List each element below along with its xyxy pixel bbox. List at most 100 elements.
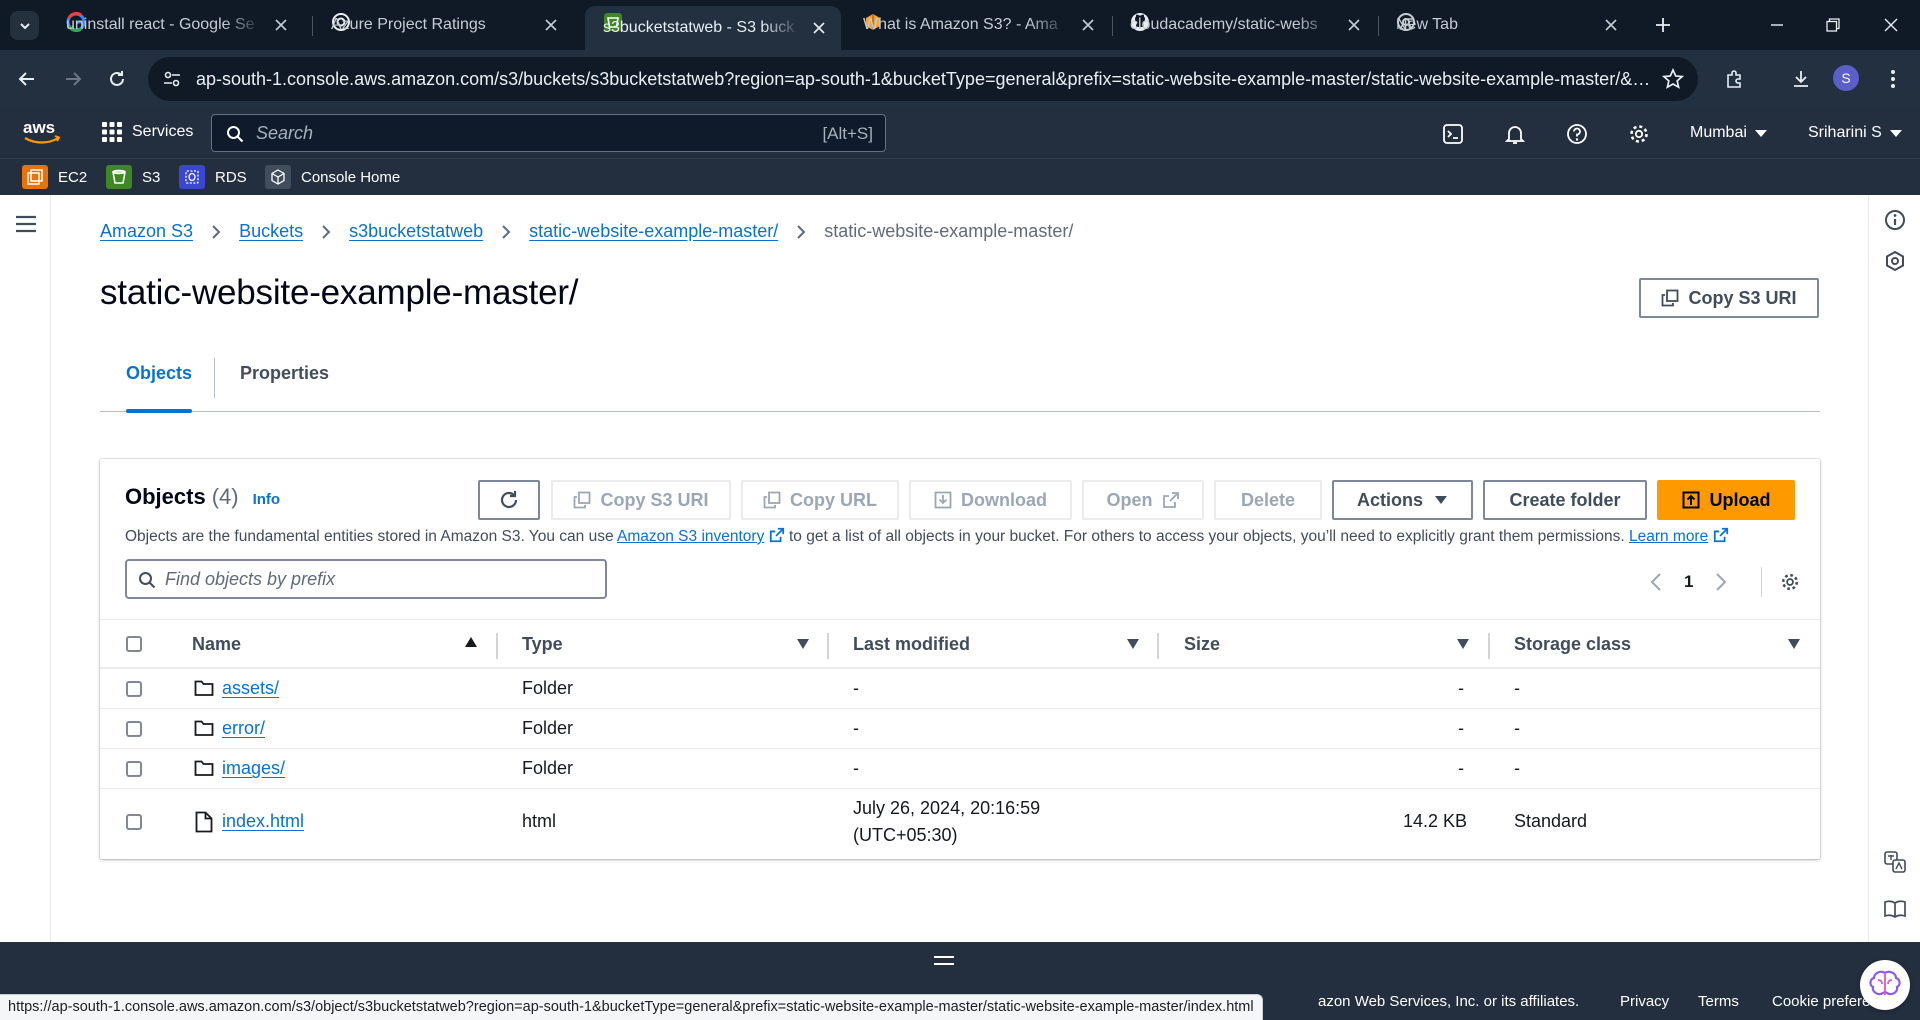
table-preferences-button[interactable] bbox=[1780, 572, 1800, 592]
row-checkbox[interactable] bbox=[126, 761, 142, 777]
browser-tab-new[interactable]: New Tab bbox=[1378, 6, 1633, 44]
footer-link-terms[interactable]: Terms bbox=[1698, 993, 1739, 1010]
close-window-button[interactable] bbox=[1876, 10, 1906, 40]
navigation-toggle[interactable] bbox=[13, 211, 39, 237]
tab-objects[interactable]: Objects bbox=[126, 335, 193, 413]
inventory-link[interactable]: Amazon S3 inventory bbox=[617, 528, 764, 545]
sort-toggle-icon[interactable] bbox=[797, 639, 809, 649]
browser-menu-button[interactable] bbox=[1878, 64, 1908, 94]
find-objects-input[interactable]: Find objects by prefix bbox=[125, 559, 607, 599]
browser-tab-google[interactable]: uninstall react - Google Se bbox=[48, 6, 303, 44]
column-divider[interactable] bbox=[827, 633, 829, 659]
footer-link-privacy[interactable]: Privacy bbox=[1620, 993, 1669, 1010]
favorite-console-home[interactable]: Console Home bbox=[265, 165, 400, 189]
tab-search-button[interactable] bbox=[10, 11, 39, 40]
create-folder-button[interactable]: Create folder bbox=[1483, 480, 1647, 520]
table-row[interactable]: images/ Folder - - - bbox=[100, 749, 1820, 789]
sort-toggle-icon[interactable] bbox=[1127, 639, 1139, 649]
back-button[interactable] bbox=[12, 64, 42, 94]
sort-toggle-icon[interactable] bbox=[1788, 639, 1800, 649]
downloads-button[interactable] bbox=[1786, 64, 1816, 94]
assistant-bubble[interactable] bbox=[1860, 960, 1910, 1010]
sort-toggle-icon[interactable] bbox=[1457, 639, 1469, 649]
close-icon[interactable] bbox=[1601, 15, 1621, 35]
copy-url-button[interactable]: Copy URL bbox=[741, 480, 899, 520]
new-tab-button[interactable] bbox=[1648, 10, 1678, 40]
reload-button[interactable] bbox=[102, 64, 132, 94]
breadcrumb-bucket[interactable]: s3bucketstatweb bbox=[349, 221, 483, 242]
close-icon[interactable] bbox=[1078, 15, 1098, 35]
help-button[interactable] bbox=[1564, 121, 1590, 147]
object-name-link[interactable]: error/ bbox=[222, 718, 265, 739]
q-assistant-button[interactable] bbox=[1882, 248, 1908, 274]
site-info-icon[interactable] bbox=[162, 69, 182, 89]
notifications-button[interactable] bbox=[1502, 121, 1528, 147]
browser-tab-s3[interactable]: s3bucketstatweb - S3 buck bbox=[585, 6, 841, 50]
reader-button[interactable] bbox=[1882, 896, 1908, 922]
column-divider[interactable] bbox=[1488, 633, 1490, 659]
services-menu[interactable]: Services bbox=[102, 122, 193, 142]
aws-search-input[interactable]: Search [Alt+S] bbox=[211, 114, 886, 152]
actions-dropdown[interactable]: Actions bbox=[1332, 480, 1473, 520]
close-icon[interactable] bbox=[1344, 15, 1364, 35]
restore-button[interactable] bbox=[1818, 10, 1848, 40]
browser-tab-aws-docs[interactable]: What is Amazon S3? - Ama bbox=[845, 6, 1110, 44]
copy-s3-uri-header-button[interactable]: Copy S3 URI bbox=[1639, 278, 1819, 318]
tab-properties[interactable]: Properties bbox=[240, 335, 329, 412]
table-row[interactable]: assets/ Folder - - - bbox=[100, 669, 1820, 709]
learn-more-link[interactable]: Learn more bbox=[1629, 528, 1708, 545]
current-page[interactable]: 1 bbox=[1684, 572, 1693, 592]
close-icon[interactable] bbox=[271, 15, 291, 35]
open-button[interactable]: Open bbox=[1082, 480, 1204, 520]
address-bar[interactable]: ap-south-1.console.aws.amazon.com/s3/buc… bbox=[148, 57, 1698, 101]
column-header-type[interactable]: Type bbox=[522, 634, 563, 655]
browser-tab-azure[interactable]: Azure Project Ratings bbox=[313, 6, 573, 44]
extensions-button[interactable] bbox=[1720, 64, 1750, 94]
object-name-link[interactable]: assets/ bbox=[222, 678, 279, 699]
select-all-checkbox[interactable] bbox=[126, 636, 142, 652]
column-divider[interactable] bbox=[496, 633, 498, 659]
breadcrumb-amazon-s3[interactable]: Amazon S3 bbox=[100, 221, 193, 242]
next-page-button[interactable] bbox=[1715, 572, 1727, 592]
favorite-ec2[interactable]: EC2 bbox=[22, 165, 87, 189]
copy-s3-uri-button[interactable]: Copy S3 URI bbox=[551, 480, 731, 520]
column-header-storage-class[interactable]: Storage class bbox=[1514, 634, 1631, 655]
object-name-link[interactable]: index.html bbox=[222, 811, 304, 832]
upload-button[interactable]: Upload bbox=[1657, 480, 1795, 520]
refresh-button[interactable] bbox=[478, 480, 540, 520]
cloudshell-button[interactable] bbox=[1440, 121, 1466, 147]
previous-page-button[interactable] bbox=[1650, 572, 1662, 592]
table-row[interactable]: error/ Folder - - - bbox=[100, 709, 1820, 749]
info-link[interactable]: Info bbox=[253, 491, 281, 508]
sort-ascending-icon[interactable] bbox=[465, 637, 477, 647]
close-icon[interactable] bbox=[541, 15, 561, 35]
region-selector[interactable]: Mumbai bbox=[1690, 124, 1767, 142]
aws-logo[interactable]: aws bbox=[22, 118, 62, 146]
bottom-drawer-handle[interactable] bbox=[0, 942, 1920, 980]
row-checkbox[interactable] bbox=[126, 814, 142, 830]
column-divider[interactable] bbox=[1157, 633, 1159, 659]
table-row[interactable]: index.html html July 26, 2024, 20:16:59 … bbox=[100, 789, 1820, 855]
bookmark-star-icon[interactable] bbox=[1662, 68, 1684, 90]
breadcrumb-folder[interactable]: static-website-example-master/ bbox=[529, 221, 778, 242]
column-header-name[interactable]: Name bbox=[192, 634, 241, 655]
account-menu[interactable]: Sriharini S bbox=[1808, 124, 1902, 142]
column-header-size[interactable]: Size bbox=[1184, 634, 1220, 655]
favorite-rds[interactable]: RDS bbox=[179, 165, 247, 189]
settings-button[interactable] bbox=[1626, 121, 1652, 147]
download-button[interactable]: Download bbox=[909, 480, 1072, 520]
minimize-button[interactable] bbox=[1762, 10, 1792, 40]
row-checkbox[interactable] bbox=[126, 721, 142, 737]
object-name-link[interactable]: images/ bbox=[222, 758, 285, 779]
browser-tab-github[interactable]: cloudacademy/static-webs bbox=[1112, 6, 1376, 44]
favorite-s3[interactable]: S3 bbox=[106, 165, 160, 189]
translate-button[interactable] bbox=[1882, 849, 1908, 875]
forward-button[interactable] bbox=[58, 64, 88, 94]
info-panel-button[interactable] bbox=[1882, 207, 1908, 233]
breadcrumb-buckets[interactable]: Buckets bbox=[239, 221, 303, 242]
row-checkbox[interactable] bbox=[126, 681, 142, 697]
close-icon[interactable] bbox=[809, 18, 829, 38]
delete-button[interactable]: Delete bbox=[1214, 480, 1322, 520]
column-header-last-modified[interactable]: Last modified bbox=[853, 634, 970, 655]
profile-avatar[interactable]: S bbox=[1833, 65, 1859, 91]
